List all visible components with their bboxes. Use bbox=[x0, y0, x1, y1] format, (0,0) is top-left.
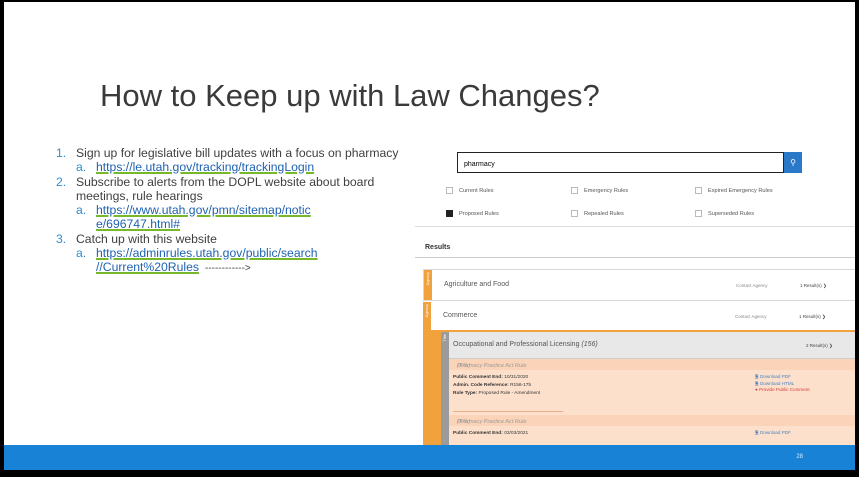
sub-number: a. bbox=[76, 160, 87, 175]
agency-tab: Agency bbox=[424, 270, 432, 300]
dopl-notice-link[interactable]: https://www.utah.gov/pmn/sitemap/notic e/… bbox=[96, 203, 311, 231]
rule-comment-end: Public Comment End: 03/03/2021 bbox=[453, 431, 529, 436]
checkbox-current-rules[interactable]: Current Rules bbox=[446, 187, 494, 194]
results-heading: Results bbox=[425, 244, 451, 251]
agency-row-commerce: Agency Commerce Contact Agency 1 Result(… bbox=[423, 302, 855, 445]
result-count[interactable]: 1 Result(s) ❯ bbox=[800, 283, 827, 289]
list-item: 1. Sign up for legislative bill updates … bbox=[56, 146, 401, 160]
search-field[interactable] bbox=[457, 152, 784, 173]
sub-agency-name: Occupational and Professional Licensing … bbox=[453, 341, 598, 348]
list-item: a. https://adminrules.utah.gov/public/se… bbox=[56, 246, 401, 277]
checkbox-expired-emergency-rules[interactable]: Expired Emergency Rules bbox=[695, 187, 773, 194]
arrow-pointer: ------------> bbox=[204, 263, 251, 275]
rule-actions: 🗎 Download PDF bbox=[755, 430, 791, 437]
adminrules-screenshot: ⚲ Current Rules Emergency Rules Expired … bbox=[415, 137, 855, 445]
title-tab: Title bbox=[441, 332, 449, 445]
download-pdf-link[interactable]: 🗎 Download PDF bbox=[755, 430, 791, 437]
rule-actions: 🗎 Download PDF 🗎 Download HTML ● Provide… bbox=[755, 374, 810, 394]
chevron-down-icon: ❯ bbox=[822, 314, 826, 319]
divider bbox=[453, 411, 563, 412]
checkbox-box-checked[interactable] bbox=[446, 210, 453, 217]
sub-agency-header[interactable]: Occupational and Professional Licensing … bbox=[449, 332, 855, 359]
agency-name: Commerce bbox=[443, 312, 478, 319]
checkbox-proposed-rules[interactable]: Proposed Rules bbox=[446, 210, 499, 217]
checkbox-emergency-rules[interactable]: Emergency Rules bbox=[571, 187, 628, 194]
divider bbox=[415, 226, 855, 227]
list-number: 2. bbox=[56, 174, 67, 189]
divider bbox=[415, 257, 855, 258]
list-text: Subscribe to alerts from the DOPL websit… bbox=[76, 174, 375, 203]
checkbox-superseded-rules[interactable]: Superseded Rules bbox=[695, 210, 754, 217]
list-item: a. https://www.utah.gov/pmn/sitemap/noti… bbox=[56, 203, 401, 232]
list-number: 3. bbox=[56, 231, 67, 246]
provide-comment-link[interactable]: ● Provide Public Comment bbox=[755, 387, 810, 394]
list-text: Sign up for legislative bill updates wit… bbox=[76, 146, 399, 160]
slide: How to Keep up with Law Changes? 1. Sign… bbox=[0, 0, 859, 477]
agency-header[interactable]: Commerce Contact Agency 1 Result(s) ❯ bbox=[431, 302, 855, 332]
result-count[interactable]: 2 Result(s) ❯ bbox=[806, 343, 833, 349]
rule-type: Rule Type: Proposed Rule - Amendment bbox=[453, 391, 541, 396]
list-item: 3. Catch up with this website bbox=[56, 232, 401, 246]
list-item: a. https://le.utah.gov/tracking/tracking… bbox=[56, 160, 401, 174]
rule-list: Pharmacy Practice Act Rule (17b) Public … bbox=[449, 359, 855, 445]
search-button[interactable]: ⚲ bbox=[784, 152, 802, 173]
result-count[interactable]: 1 Result(s) ❯ bbox=[799, 314, 826, 320]
checkbox-box[interactable] bbox=[571, 187, 578, 194]
page-number: 28 bbox=[796, 454, 803, 460]
checkbox-box[interactable] bbox=[571, 210, 578, 217]
slide-title: How to Keep up with Law Changes? bbox=[100, 78, 600, 113]
checkbox-box[interactable] bbox=[446, 187, 453, 194]
chevron-down-icon: ❯ bbox=[823, 283, 827, 288]
footer-bar: 28 bbox=[4, 445, 855, 470]
title-group: Title Occupational and Professional Lice… bbox=[441, 332, 855, 445]
search-icon: ⚲ bbox=[790, 158, 796, 167]
list-item: 2. Subscribe to alerts from the DOPL web… bbox=[56, 175, 401, 204]
agency-name: Agriculture and Food bbox=[444, 281, 509, 288]
sub-number: a. bbox=[76, 203, 87, 218]
legislative-tracking-link[interactable]: https://le.utah.gov/tracking/trackingLog… bbox=[96, 160, 314, 174]
list-text: Catch up with this website bbox=[76, 231, 217, 246]
checkbox-box[interactable] bbox=[695, 210, 702, 217]
search-input[interactable] bbox=[464, 161, 764, 168]
agency-row-agriculture[interactable]: Agency Agriculture and Food Contact Agen… bbox=[423, 269, 855, 301]
sub-number: a. bbox=[76, 246, 87, 261]
rule-title[interactable]: Pharmacy Practice Act Rule (17b) bbox=[449, 359, 855, 370]
contact-agency-link[interactable]: Contact Agency bbox=[736, 283, 768, 288]
checkbox-box[interactable] bbox=[695, 187, 702, 194]
list-number: 1. bbox=[56, 146, 67, 160]
rule-code-reference: Admin. Code Reference: R156-17b bbox=[453, 383, 532, 388]
chevron-down-icon: ❯ bbox=[829, 343, 833, 348]
instruction-list: 1. Sign up for legislative bill updates … bbox=[56, 146, 401, 277]
agency-tab: Agency bbox=[423, 302, 431, 445]
rule-title[interactable]: Pharmacy Practice Act Rule (17b) bbox=[449, 415, 855, 426]
contact-agency-link[interactable]: Contact Agency bbox=[735, 314, 767, 319]
slide-canvas: How to Keep up with Law Changes? 1. Sign… bbox=[4, 2, 855, 470]
checkbox-repealed-rules[interactable]: Repealed Rules bbox=[571, 210, 624, 217]
rule-comment-end: Public Comment End: 10/31/2020 bbox=[453, 375, 529, 380]
